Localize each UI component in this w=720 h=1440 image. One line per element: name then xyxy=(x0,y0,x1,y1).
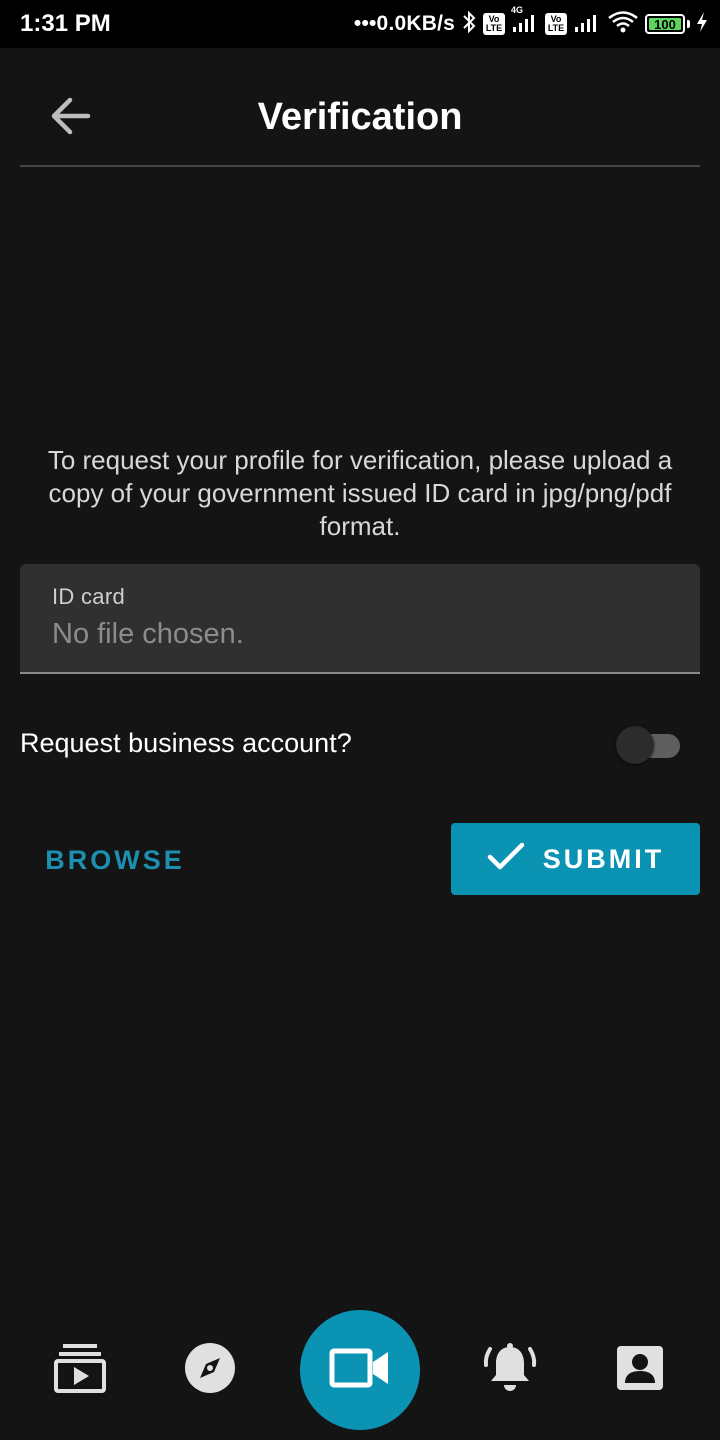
app-bar: Verification xyxy=(0,48,720,166)
browse-button[interactable]: BROWSE xyxy=(30,828,200,892)
video-camera-icon xyxy=(329,1348,391,1393)
nav-record-video[interactable] xyxy=(300,1310,420,1430)
nav-profile[interactable] xyxy=(600,1330,680,1410)
wifi-icon xyxy=(607,10,639,39)
network-speed: •••0.0KB/s xyxy=(353,12,455,35)
status-bar: 1:31 PM •••0.0KB/s Vo LTE 4G Vo LTE 100 xyxy=(0,0,720,48)
business-account-label: Request business account? xyxy=(20,728,352,758)
nav-playlist[interactable] xyxy=(40,1330,120,1410)
submit-button[interactable]: SUBMIT xyxy=(451,823,700,895)
nav-notifications[interactable] xyxy=(470,1330,550,1410)
signal-icon: 4G xyxy=(511,5,539,38)
network-type-label: 4G xyxy=(511,4,524,15)
verification-instructions: To request your profile for verification… xyxy=(47,445,673,541)
battery-level: 100 xyxy=(654,16,676,32)
bell-ringing-icon xyxy=(482,1341,538,1400)
id-card-value: No file chosen. xyxy=(52,618,244,650)
nav-explore[interactable] xyxy=(170,1330,250,1410)
verification-screen: 1:31 PM •••0.0KB/s Vo LTE 4G Vo LTE 100 … xyxy=(0,0,720,1440)
bottom-navigation xyxy=(0,1300,720,1440)
toggle-thumb xyxy=(616,726,654,764)
id-card-label: ID card xyxy=(52,584,126,609)
account-box-icon xyxy=(616,1345,664,1396)
compass-icon xyxy=(184,1342,236,1399)
volte-badge: Vo LTE xyxy=(483,13,505,35)
check-icon xyxy=(487,842,525,877)
bluetooth-icon xyxy=(461,10,477,39)
status-time: 1:31 PM xyxy=(20,10,111,37)
header-divider xyxy=(20,165,700,167)
id-card-field[interactable]: ID card No file chosen. xyxy=(20,564,700,674)
volte-badge-2: Vo LTE xyxy=(545,13,567,35)
business-account-row: Request business account? xyxy=(20,718,700,770)
submit-label: SUBMIT xyxy=(542,843,665,874)
signal-icon-2 xyxy=(573,11,601,38)
status-icons: •••0.0KB/s Vo LTE 4G Vo LTE 100 xyxy=(353,5,708,40)
page-title: Verification xyxy=(257,96,463,138)
battery-cap xyxy=(687,20,690,28)
business-account-toggle[interactable] xyxy=(616,726,680,764)
playlist-play-icon xyxy=(53,1342,107,1399)
battery-icon: 100 xyxy=(645,14,685,34)
charging-icon xyxy=(696,11,708,38)
